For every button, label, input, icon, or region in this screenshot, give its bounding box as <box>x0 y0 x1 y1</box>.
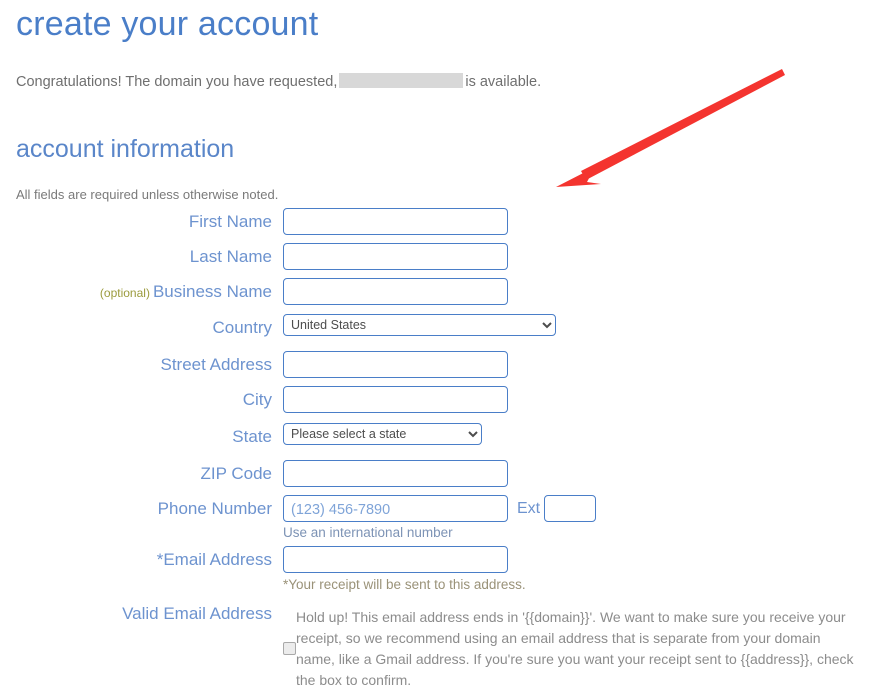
label-valid-email-address: Valid Email Address <box>122 604 272 623</box>
label-first-name: First Name <box>188 212 272 231</box>
form-row-street-address: Street Address <box>0 351 889 379</box>
form-row-country: Country United States <box>0 314 889 342</box>
field-cell-phone-number: Ext Use an international number <box>283 495 889 542</box>
form-row-email-address: *Email Address *Your receipt will be sen… <box>0 546 889 594</box>
business-name-input[interactable] <box>283 278 508 305</box>
form-row-valid-email-address: Valid Email Address Hold up! This email … <box>0 600 889 691</box>
label-business-name-text: Business Name <box>152 282 272 301</box>
email-address-input[interactable] <box>283 546 508 573</box>
label-state: State <box>232 427 272 446</box>
last-name-input[interactable] <box>283 243 508 270</box>
state-select[interactable]: Please select a state <box>283 423 482 445</box>
phone-number-input[interactable] <box>283 495 508 522</box>
field-cell-business-name <box>283 278 889 305</box>
phone-extension-input[interactable] <box>544 495 597 522</box>
form-row-zip-code: ZIP Code <box>0 460 889 488</box>
field-cell-street-address <box>283 351 889 378</box>
label-phone-extension: Ext <box>517 500 541 517</box>
valid-email-address-checkbox[interactable] <box>283 642 296 655</box>
form-row-first-name: First Name <box>0 208 889 236</box>
street-address-input[interactable] <box>283 351 508 378</box>
form-row-state: State Please select a state <box>0 423 889 451</box>
label-email-address: *Email Address <box>156 550 272 569</box>
form-row-city: City <box>0 386 889 414</box>
country-select[interactable]: United States <box>283 314 556 336</box>
valid-email-address-warning: Hold up! This email address ends in '{{d… <box>296 609 854 688</box>
field-cell-first-name <box>283 208 889 235</box>
zip-code-input[interactable] <box>283 460 508 487</box>
congrats-suffix-text: is available. <box>465 74 542 90</box>
field-cell-email-address: *Your receipt will be sent to this addre… <box>283 546 889 594</box>
field-cell-state: Please select a state <box>283 423 889 445</box>
field-cell-zip-code <box>283 460 889 487</box>
label-country: Country <box>212 318 272 337</box>
field-cell-valid-email-address: Hold up! This email address ends in '{{d… <box>283 600 889 691</box>
label-business-name: (optional) Business Name <box>0 278 283 307</box>
congrats-prefix-text: Congratulations! The domain you have req… <box>16 74 338 90</box>
annotation-arrow <box>556 69 785 187</box>
field-cell-country: United States <box>283 314 889 336</box>
label-street-address: Street Address <box>160 355 272 374</box>
account-information-form: First Name Last Name (optional) Business … <box>0 208 889 698</box>
email-receipt-note: *Your receipt will be sent to this addre… <box>283 577 526 592</box>
label-phone-number: Phone Number <box>157 499 272 518</box>
page-title: create your account <box>16 5 319 43</box>
field-cell-city <box>283 386 889 413</box>
city-input[interactable] <box>283 386 508 413</box>
label-last-name: Last Name <box>189 247 272 266</box>
section-title-account-information: account information <box>16 135 235 163</box>
first-name-input[interactable] <box>283 208 508 235</box>
field-cell-last-name <box>283 243 889 270</box>
label-zip-code: ZIP Code <box>200 464 272 483</box>
form-row-business-name: (optional) Business Name <box>0 278 889 307</box>
label-city: City <box>242 390 272 409</box>
form-row-phone-number: Phone Number Ext Use an international nu… <box>0 495 889 542</box>
international-number-link[interactable]: Use an international number <box>283 523 889 542</box>
required-fields-note: All fields are required unless otherwise… <box>16 187 279 202</box>
domain-available-message: Congratulations! The domain you have req… <box>16 72 541 92</box>
optional-tag-business-name: (optional) <box>99 286 150 300</box>
redacted-domain-block <box>339 73 464 88</box>
form-row-last-name: Last Name <box>0 243 889 271</box>
